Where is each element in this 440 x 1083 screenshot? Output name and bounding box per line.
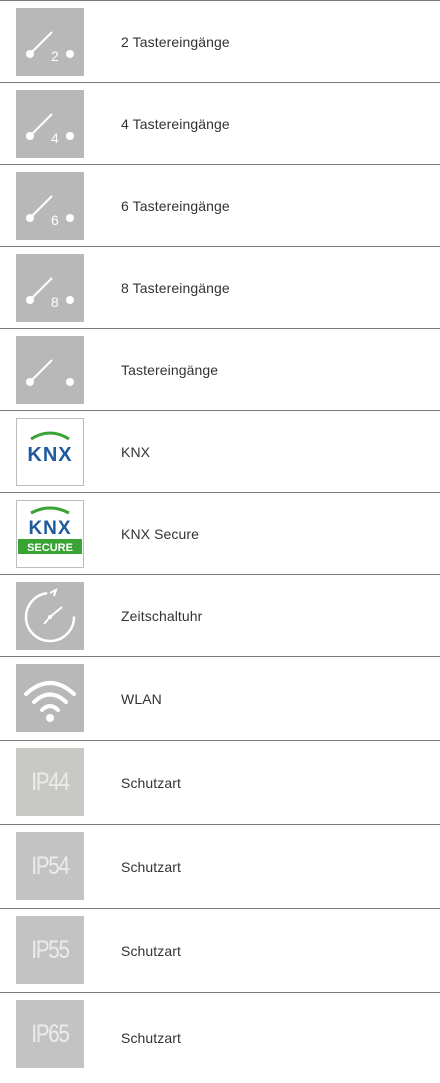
list-item: 4 4 Tastereingänge [0,82,440,164]
list-item-label: Zeitschaltuhr [121,607,203,624]
list-item: IP65 Schutzart [0,992,440,1083]
list-item-label: Schutzart [121,942,182,959]
list-item-label: 8 Tastereingänge [121,279,230,296]
list-item: 2 2 Tastereingänge [0,0,440,82]
switch-digit: 6 [51,212,59,228]
list-item: KNX KNX [0,410,440,492]
switch-icon [16,336,84,404]
list-item-label: KNX Secure [121,525,200,542]
list-item: KNX SECURE KNX Secure [0,492,440,574]
ip55-icon: IP55 [16,916,84,984]
knx-secure-logo-icon: KNX SECURE [16,500,84,568]
switch-digit: 4 [51,130,59,146]
ip-rating-text: IP54 [31,852,69,880]
list-item-label: 6 Tastereingänge [121,197,230,214]
list-item: Tastereingänge [0,328,440,410]
ip54-icon: IP54 [16,832,84,900]
list-item: 6 6 Tastereingänge [0,164,440,246]
list-item: 8 8 Tastereingänge [0,246,440,328]
switch-8-icon: 8 [16,254,84,322]
switch-digit: 8 [51,294,59,310]
knx-logo-icon: KNX [16,418,84,486]
list-item: IP44 Schutzart [0,740,440,824]
list-item: WLAN [0,656,440,740]
feature-list: 2 2 Tastereingänge 4 4 Tastereingänge 6 [0,0,440,1083]
list-item-label: Schutzart [121,1030,182,1046]
list-item-label: WLAN [121,690,162,707]
knx-logo-text: KNX [27,444,72,466]
list-item-label: KNX [121,443,151,460]
ip-rating-text: IP55 [31,936,69,964]
list-item-label: 4 Tastereingänge [121,115,230,132]
list-item-label: Schutzart [121,858,182,875]
secure-badge-text: SECURE [27,542,73,554]
switch-6-icon: 6 [16,172,84,240]
list-item-label: Schutzart [121,774,182,791]
ip-rating-text: IP65 [31,1020,69,1048]
ip-rating-text: IP44 [31,768,69,796]
ip65-icon: IP65 [16,1000,84,1068]
list-item: Zeitschaltuhr [0,574,440,656]
wifi-icon [16,664,84,732]
switch-digit: 2 [51,48,59,64]
ip44-icon: IP44 [16,748,84,816]
knx-logo-text: KNX [28,518,71,539]
list-item-label: Tastereingänge [121,361,219,378]
switch-4-icon: 4 [16,90,84,158]
switch-2-icon: 2 [16,8,84,76]
timer-clock-icon [16,582,84,650]
list-item: IP54 Schutzart [0,824,440,908]
list-item: IP55 Schutzart [0,908,440,992]
list-item-label: 2 Tastereingänge [121,33,230,50]
